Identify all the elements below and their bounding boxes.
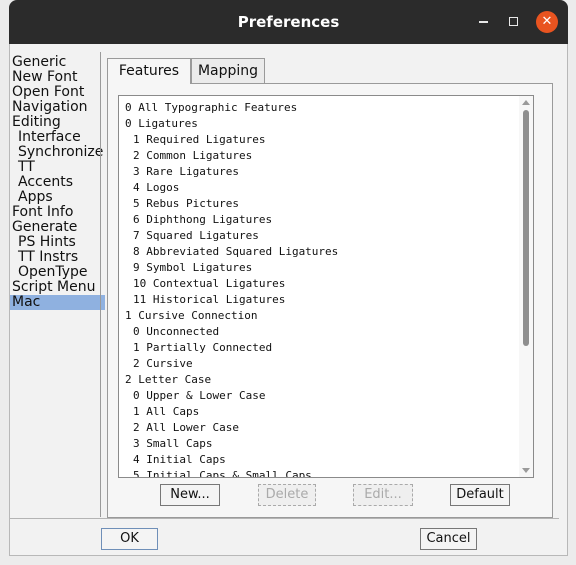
nav-item-script-menu[interactable]: Script Menu <box>10 280 105 295</box>
feature-row[interactable]: 5 Initial Caps & Small Caps <box>119 468 519 477</box>
nav-item-ps-hints[interactable]: PS Hints <box>10 235 105 250</box>
feature-row[interactable]: 1 All Caps <box>119 404 519 420</box>
nav-item-interface[interactable]: Interface <box>10 130 105 145</box>
title-bar: Preferences ✕ <box>9 0 568 44</box>
feature-row[interactable]: 1 Partially Connected <box>119 340 519 356</box>
nav-item-synchronize[interactable]: Synchronize <box>10 145 105 160</box>
preferences-nav: Generic New Font Open Font Navigation Ed… <box>10 55 105 310</box>
feature-row[interactable]: 10 Contextual Ligatures <box>119 276 519 292</box>
new-button[interactable]: New... <box>160 484 220 506</box>
cancel-button[interactable]: Cancel <box>420 528 477 550</box>
feature-row[interactable]: 1 Required Ligatures <box>119 132 519 148</box>
default-button[interactable]: Default <box>450 484 510 506</box>
feature-row[interactable]: 8 Abbreviated Squared Ligatures <box>119 244 519 260</box>
nav-item-generic[interactable]: Generic <box>10 55 105 70</box>
feature-row[interactable]: 2 All Lower Case <box>119 420 519 436</box>
nav-item-navigation[interactable]: Navigation <box>10 100 105 115</box>
feature-row[interactable]: 2 Cursive <box>119 356 519 372</box>
tab-mapping[interactable]: Mapping <box>191 58 265 83</box>
maximize-icon[interactable] <box>506 14 522 30</box>
tab-features[interactable]: Features <box>107 58 191 84</box>
feature-row[interactable]: 6 Diphthong Ligatures <box>119 212 519 228</box>
nav-item-opentype[interactable]: OpenType <box>10 265 105 280</box>
edit-button[interactable]: Edit... <box>353 484 413 506</box>
nav-item-accents[interactable]: Accents <box>10 175 105 190</box>
nav-item-apps[interactable]: Apps <box>10 190 105 205</box>
feature-row[interactable]: 5 Rebus Pictures <box>119 196 519 212</box>
feature-row[interactable]: 2 Letter Case <box>119 372 519 388</box>
delete-button[interactable]: Delete <box>258 484 316 506</box>
feature-row[interactable]: 4 Initial Caps <box>119 452 519 468</box>
feature-row[interactable]: 11 Historical Ligatures <box>119 292 519 308</box>
feature-row[interactable]: 3 Rare Ligatures <box>119 164 519 180</box>
nav-item-tt[interactable]: TT <box>10 160 105 175</box>
feature-row[interactable]: 0 Unconnected <box>119 324 519 340</box>
feature-row[interactable]: 0 Upper & Lower Case <box>119 388 519 404</box>
feature-row[interactable]: 4 Logos <box>119 180 519 196</box>
footer-divider <box>10 518 559 519</box>
feature-row[interactable]: 0 Ligatures <box>119 116 519 132</box>
features-scrollbar[interactable] <box>519 96 533 477</box>
scroll-thumb[interactable] <box>523 110 529 346</box>
nav-item-open-font[interactable]: Open Font <box>10 85 105 100</box>
scroll-up-icon[interactable] <box>522 100 530 105</box>
feature-row[interactable]: 1 Cursive Connection <box>119 308 519 324</box>
nav-item-generate[interactable]: Generate <box>10 220 105 235</box>
nav-item-new-font[interactable]: New Font <box>10 70 105 85</box>
feature-row[interactable]: 7 Squared Ligatures <box>119 228 519 244</box>
minimize-icon[interactable] <box>476 14 492 30</box>
nav-item-editing[interactable]: Editing <box>10 115 105 130</box>
close-icon[interactable]: ✕ <box>536 11 558 33</box>
nav-divider <box>100 52 101 517</box>
nav-item-font-info[interactable]: Font Info <box>10 205 105 220</box>
scroll-down-icon[interactable] <box>522 468 530 473</box>
feature-row[interactable]: 9 Symbol Ligatures <box>119 260 519 276</box>
feature-row[interactable]: 0 All Typographic Features <box>119 100 519 116</box>
nav-item-tt-instrs[interactable]: TT Instrs <box>10 250 105 265</box>
nav-item-mac[interactable]: Mac <box>10 295 105 310</box>
ok-button[interactable]: OK <box>101 528 158 550</box>
feature-row[interactable]: 2 Common Ligatures <box>119 148 519 164</box>
features-list[interactable]: 0 All Typographic Features 0 Ligatures 1 R… <box>118 95 534 478</box>
feature-row[interactable]: 3 Small Caps <box>119 436 519 452</box>
